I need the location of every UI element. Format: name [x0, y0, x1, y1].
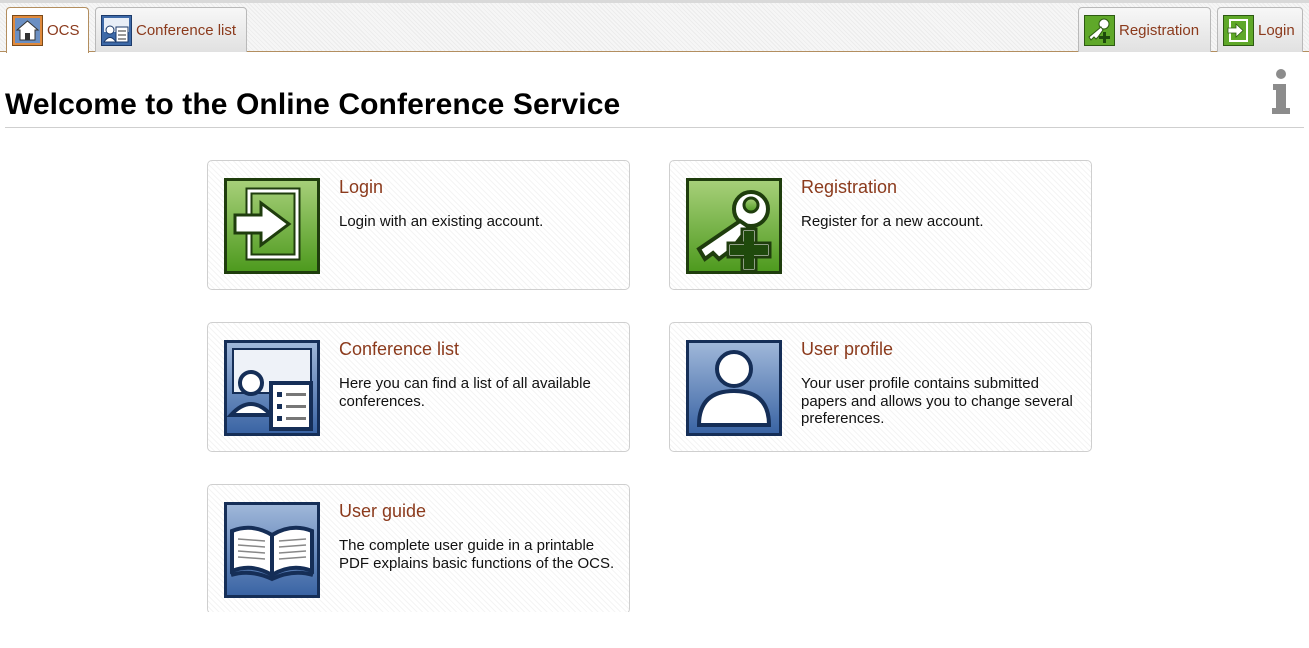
registration-icon [1084, 14, 1115, 46]
conference-list-card[interactable]: Conference list Here you can find a list… [207, 322, 630, 452]
card-icon [223, 501, 321, 599]
user-guide-icon [224, 502, 320, 598]
card-description: Here you can find a list of all availabl… [339, 375, 591, 410]
card-description: The complete user guide in a printable P… [339, 537, 615, 572]
title-divider [5, 127, 1304, 128]
user-profile-card[interactable]: User profile Your user profile contains … [669, 322, 1092, 452]
home-icon [12, 15, 43, 46]
login-icon [1223, 14, 1254, 46]
tab-label: Login [1258, 21, 1295, 39]
page-title: Welcome to the Online Conference Service [5, 88, 621, 121]
user-guide-card[interactable]: User guide The complete user guide in a … [207, 484, 630, 614]
card-title: Login [339, 177, 384, 197]
card-title: Conference list [339, 339, 460, 359]
user-profile-icon [686, 340, 782, 436]
conference-list-icon [224, 340, 320, 436]
tab-login[interactable]: Login [1217, 7, 1303, 52]
card-icon [223, 177, 321, 275]
registration-card[interactable]: Registration Register for a new account. [669, 160, 1092, 290]
card-description: Login with an existing account. [339, 213, 544, 230]
tab-registration[interactable]: Registration [1078, 7, 1211, 52]
card-description: Register for a new account. [801, 213, 984, 230]
tab-ocs-home[interactable]: OCS [6, 7, 89, 53]
info-icon[interactable] [1264, 68, 1298, 116]
login-card[interactable]: Login Login with an existing account. [207, 160, 630, 290]
login-icon [224, 178, 320, 274]
tab-label: OCS [47, 22, 80, 39]
tab-label: Registration [1119, 21, 1200, 39]
card-title: Registration [801, 177, 898, 197]
card-icon [685, 339, 783, 437]
card-icon [685, 177, 783, 275]
card-description: Your user profile contains submitted pap… [801, 375, 1073, 427]
tab-label: Conference list [136, 21, 237, 39]
conference-list-icon [101, 14, 132, 46]
card-title: User guide [339, 501, 427, 521]
card-icon [223, 339, 321, 437]
registration-icon [686, 178, 782, 274]
viewport-bottom-edge [0, 612, 1309, 648]
card-title: User profile [801, 339, 894, 359]
tab-conference-list[interactable]: Conference list [95, 7, 247, 52]
